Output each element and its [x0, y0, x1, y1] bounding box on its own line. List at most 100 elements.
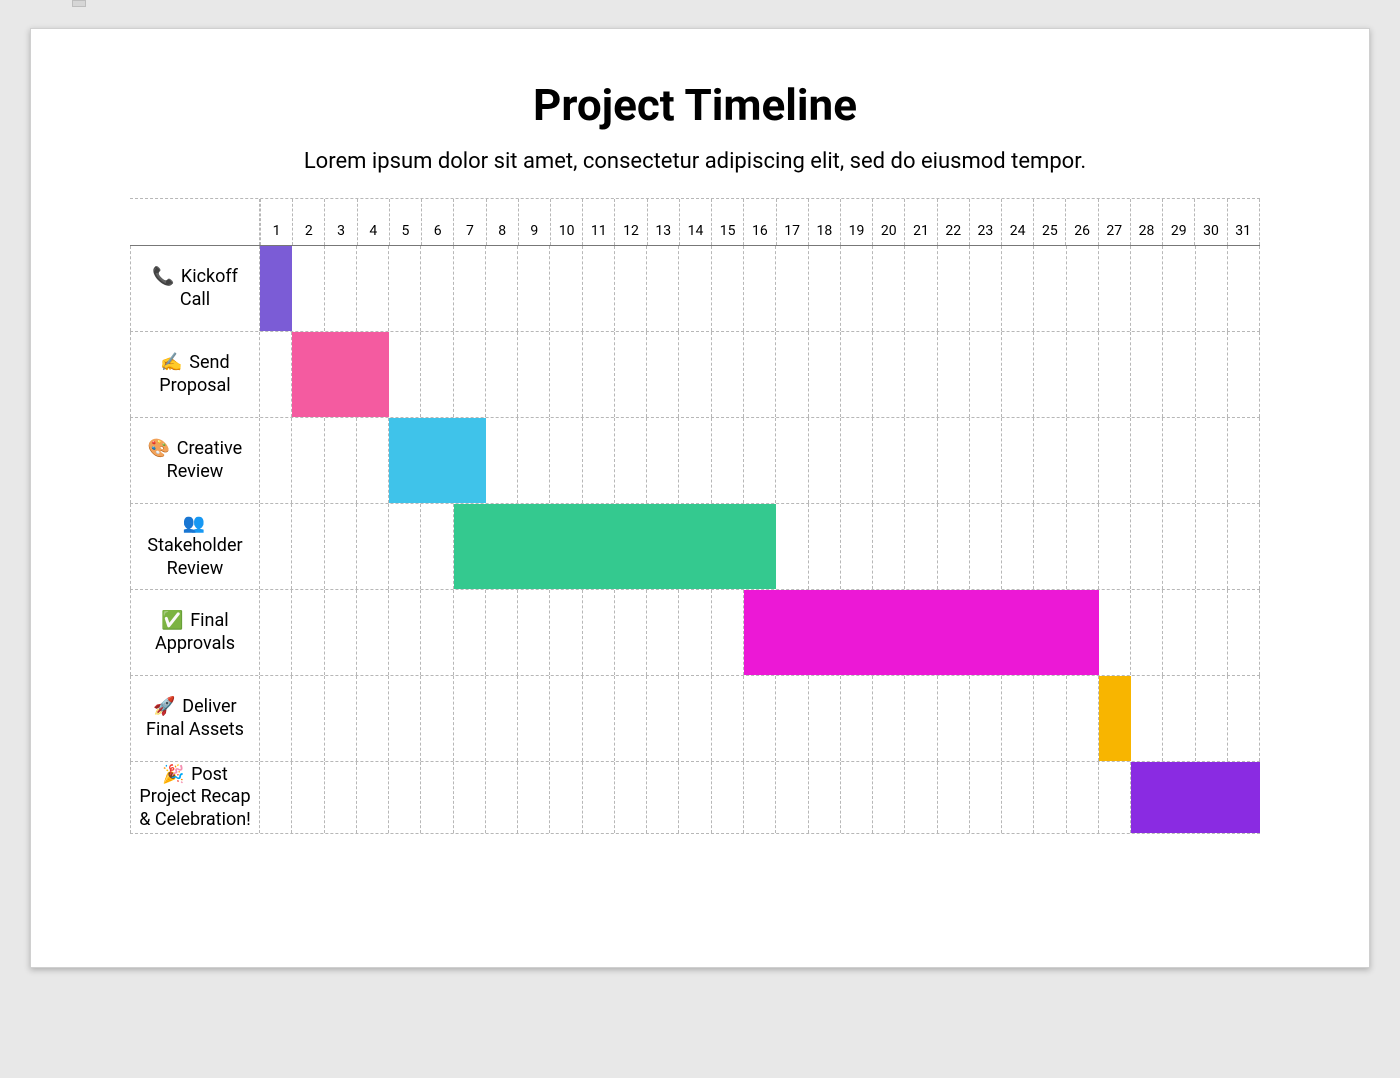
task-icon: 📞: [152, 266, 174, 287]
gantt-grid-cell: [776, 418, 808, 503]
gantt-grid-cell: [744, 332, 776, 417]
gantt-grid-cell: [292, 246, 324, 331]
gantt-header-day: 23: [969, 199, 1001, 245]
gantt-grid-cell: [1228, 246, 1260, 331]
gantt-header-row: 1234567891011121314151617181920212223242…: [130, 198, 1260, 246]
gantt-grid-cell: [615, 762, 647, 833]
gantt-grid-cell: [841, 504, 873, 589]
gantt-header-day: 6: [421, 199, 453, 245]
gantt-header-day: 16: [743, 199, 775, 245]
gantt-grid-cell: [712, 332, 744, 417]
task-icon: 🎨: [148, 438, 170, 459]
gantt-row: 🎨 Creative Review: [130, 418, 1260, 504]
gantt-grid-cell: [421, 332, 453, 417]
gantt-grid-cell: [1228, 418, 1260, 503]
gantt-header-day: 22: [937, 199, 969, 245]
gantt-grid-cell: [389, 504, 421, 589]
gantt-grid-cell: [1163, 418, 1195, 503]
gantt-row: ✍️ Send Proposal: [130, 332, 1260, 418]
task-icon: 🎉: [162, 764, 184, 785]
gantt-grid-cell: [1002, 246, 1034, 331]
gantt-grid-cell: [615, 590, 647, 675]
gantt-grid-cell: [357, 504, 389, 589]
gantt-grid-cell: [357, 246, 389, 331]
gantt-grid-cell: [550, 676, 582, 761]
gantt-header-day: 28: [1130, 199, 1162, 245]
gantt-grid-cell: [583, 418, 615, 503]
gantt-grid-cell: [615, 676, 647, 761]
gantt-header-day: 31: [1227, 199, 1260, 245]
gantt-bar[interactable]: [744, 590, 1099, 675]
gantt-grid-cell: [389, 762, 421, 833]
gantt-grid-cell: [744, 418, 776, 503]
gantt-grid-cell: [938, 332, 970, 417]
gantt-grid-cell: [518, 762, 550, 833]
gantt-bar[interactable]: [260, 246, 292, 331]
gantt-grid-cell: [744, 762, 776, 833]
gantt-grid-cell: [1034, 762, 1066, 833]
gantt-grid-cell: [1131, 590, 1163, 675]
gantt-grid-cell: [809, 676, 841, 761]
gantt-grid-cell: [712, 246, 744, 331]
gantt-header-day: 15: [711, 199, 743, 245]
gantt-bar[interactable]: [1099, 676, 1131, 761]
gantt-grid-cell: [583, 590, 615, 675]
gantt-bar[interactable]: [454, 504, 777, 589]
gantt-row: 🚀 Deliver Final Assets: [130, 676, 1260, 762]
gantt-grid-cell: [550, 590, 582, 675]
gantt-row: 👥 Stakeholder Review: [130, 504, 1260, 590]
gantt-grid-cell: [357, 590, 389, 675]
gantt-grid-cell: [325, 762, 357, 833]
gantt-grid-cell: [809, 246, 841, 331]
gantt-bar[interactable]: [1131, 762, 1260, 833]
gantt-grid-cell: [809, 332, 841, 417]
gantt-grid-cell: [583, 676, 615, 761]
gantt-grid-cell: [615, 246, 647, 331]
gantt-grid-cell: [1099, 504, 1131, 589]
gantt-grid-cell: [1196, 418, 1228, 503]
gantt-grid-cell: [712, 418, 744, 503]
chart-title: Project Timeline: [81, 79, 1309, 131]
gantt-task-label: 📞 Kickoff Call: [130, 246, 260, 331]
gantt-grid-cell: [841, 418, 873, 503]
gantt-header-day: 29: [1162, 199, 1194, 245]
gantt-bar[interactable]: [292, 332, 389, 417]
gantt-grid-cell: [454, 676, 486, 761]
gantt-grid-cell: [1034, 332, 1066, 417]
gantt-grid-cell: [647, 676, 679, 761]
gantt-grid-cell: [1131, 676, 1163, 761]
gantt-grid-cell: [325, 418, 357, 503]
gantt-grid-cell: [970, 504, 1002, 589]
gantt-grid-cell: [1067, 504, 1099, 589]
gantt-grid-cell: [486, 590, 518, 675]
gantt-grid-cell: [1163, 676, 1195, 761]
gantt-grid-cell: [679, 246, 711, 331]
gantt-grid-cell: [1163, 504, 1195, 589]
gantt-header-day: 30: [1194, 199, 1226, 245]
gantt-grid-cell: [260, 676, 292, 761]
gantt-header-day: 3: [324, 199, 356, 245]
gantt-grid-cell: [776, 504, 808, 589]
gantt-header-day: 13: [647, 199, 679, 245]
gantt-grid-cell: [1002, 504, 1034, 589]
gantt-grid-cell: [292, 504, 324, 589]
gantt-grid-cell: [1228, 590, 1260, 675]
gantt-row: ✅ Final Approvals: [130, 590, 1260, 676]
gantt-grid-cell: [905, 246, 937, 331]
gantt-grid-cell: [647, 332, 679, 417]
gantt-grid-cell: [615, 418, 647, 503]
gantt-grid-cell: [486, 246, 518, 331]
gantt-grid-cell: [1163, 590, 1195, 675]
gantt-header-day: 11: [582, 199, 614, 245]
gantt-header-day: 2: [292, 199, 324, 245]
gantt-task-label: 🚀 Deliver Final Assets: [130, 676, 260, 761]
gantt-grid-cell: [712, 590, 744, 675]
gantt-bar[interactable]: [389, 418, 486, 503]
task-label-text: Stakeholder Review: [147, 535, 242, 579]
gantt-grid-cell: [421, 246, 453, 331]
gantt-grid-cell: [938, 246, 970, 331]
gantt-grid-cell: [421, 590, 453, 675]
gantt-grid-cell: [938, 676, 970, 761]
gantt-grid-cell: [260, 332, 292, 417]
task-icon: 🚀: [153, 696, 175, 717]
